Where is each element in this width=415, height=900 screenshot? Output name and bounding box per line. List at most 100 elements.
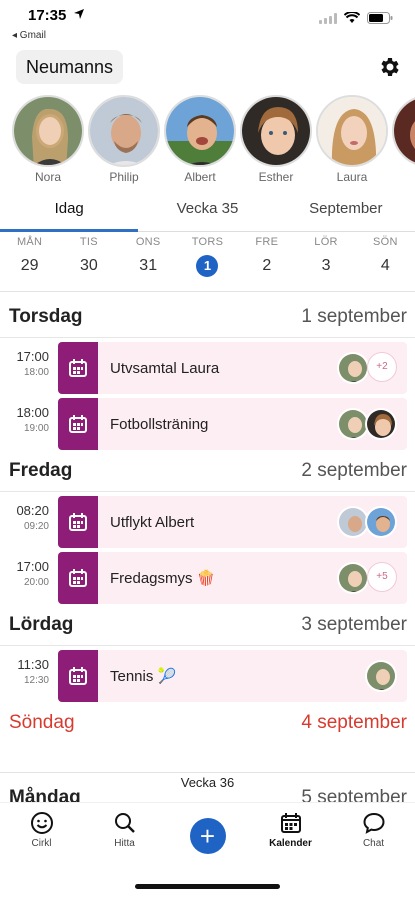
event-card[interactable]: Utvsamtal Laura +2 xyxy=(58,342,407,394)
nav-label: Hitta xyxy=(114,838,135,849)
event-row[interactable]: 17:00 18:00 Utvsamtal Laura +2 xyxy=(0,342,415,394)
day-number: 2 xyxy=(262,257,272,274)
event-row[interactable]: 18:00 19:00 Fotbollsträning xyxy=(0,398,415,450)
member-esther[interactable]: Esther xyxy=(240,95,312,187)
back-to-app-link[interactable]: ◂ Gmail xyxy=(12,30,46,41)
member-name: Albert xyxy=(184,170,216,184)
tab-week[interactable]: Vecka 35 xyxy=(138,190,276,231)
nav-label: Kalender xyxy=(269,838,312,849)
week-strip: MÅN 29 TIS 30 ONS 31 TORS 1 FRE 2 LÖR 3 SÖN 4 xyxy=(0,236,415,292)
event-times: 08:20 09:20 xyxy=(0,496,58,548)
avatar xyxy=(12,95,84,167)
event-times: 17:00 18:00 xyxy=(0,342,58,394)
event-title: Tennis 🎾 xyxy=(110,668,177,685)
tab-today[interactable]: Idag xyxy=(0,190,139,232)
week-day-tue[interactable]: TIS 30 xyxy=(59,236,118,291)
event-card[interactable]: Utflykt Albert xyxy=(58,496,407,548)
member-name: Nora xyxy=(34,170,61,184)
nav-search[interactable]: Hitta xyxy=(83,803,166,862)
calendar-icon xyxy=(280,813,301,833)
member-albert[interactable]: Albert xyxy=(164,95,236,187)
event-card[interactable]: Fredagsmys 🍿 +5 xyxy=(58,552,407,604)
week-day-fri[interactable]: FRE 2 xyxy=(237,236,296,291)
calendar-icon xyxy=(58,342,98,394)
day-number: 31 xyxy=(139,257,158,274)
day-header-date: 3 september xyxy=(301,614,407,635)
day-number: 30 xyxy=(80,257,98,274)
avatar xyxy=(365,660,397,692)
search-icon xyxy=(114,813,135,833)
week-number-label: Vecka 36 xyxy=(180,775,235,790)
event-end: 19:00 xyxy=(23,423,49,434)
avatar xyxy=(392,95,415,167)
circle-switcher-button[interactable]: Neumanns xyxy=(16,50,124,84)
calendar-icon xyxy=(58,496,98,548)
member-name: Esther xyxy=(258,170,294,184)
event-row[interactable]: 08:20 09:20 Utflykt Albert xyxy=(0,496,415,548)
add-icon[interactable]: + xyxy=(189,818,226,854)
location-arrow-icon xyxy=(74,9,84,19)
day-number-today: 1 xyxy=(196,255,219,277)
event-row[interactable]: 17:00 20:00 Fredagsmys 🍿 +5 xyxy=(0,552,415,604)
event-start: 18:00 xyxy=(16,405,49,420)
event-card[interactable]: Fotbollsträning xyxy=(58,398,407,450)
home-indicator[interactable] xyxy=(135,884,280,889)
chat-icon xyxy=(362,812,385,834)
weekday-label: FRE xyxy=(255,236,279,248)
agenda-list: Torsdag 1 september 17:00 18:00 Utvsamtal… xyxy=(0,300,415,780)
day-header-date: 1 september xyxy=(301,306,407,327)
calendar-icon xyxy=(58,650,98,702)
smiley-icon xyxy=(30,812,53,834)
event-card[interactable]: Tennis 🎾 xyxy=(58,650,407,702)
weekday-label: ONS xyxy=(135,236,161,248)
members-row: Nora Philip Albert Esther Laura xyxy=(0,95,415,187)
gear-icon[interactable] xyxy=(377,55,401,79)
member-partial[interactable] xyxy=(392,95,415,187)
member-laura[interactable]: Laura xyxy=(316,95,388,187)
weekday-label: LÖR xyxy=(314,236,338,248)
calendar-icon xyxy=(58,398,98,450)
event-start: 17:00 xyxy=(16,559,49,574)
more-attendees-badge: +5 xyxy=(367,562,397,592)
event-title: Utflykt Albert xyxy=(110,513,195,531)
nav-chat[interactable]: Chat xyxy=(332,803,415,862)
tab-month[interactable]: September xyxy=(277,190,415,231)
event-attendees xyxy=(365,660,397,692)
event-title: Fotbollsträning xyxy=(110,415,209,433)
day-number: 3 xyxy=(321,257,331,274)
wifi-icon xyxy=(344,12,360,23)
clock: 17:35 xyxy=(28,7,67,24)
week-day-sun[interactable]: SÖN 4 xyxy=(356,236,415,291)
week-day-mon[interactable]: MÅN 29 xyxy=(0,236,59,291)
nav-calendar[interactable]: Kalender xyxy=(249,803,332,862)
event-title: Fredagsmys 🍿 xyxy=(110,570,216,587)
event-start: 17:00 xyxy=(16,349,49,364)
event-attendees xyxy=(337,506,397,538)
nav-add[interactable]: + xyxy=(166,803,249,862)
day-header-date: 2 september xyxy=(301,460,407,481)
avatar xyxy=(365,506,397,538)
event-start: 08:20 xyxy=(16,503,49,518)
day-header-saturday: Lördag 3 september xyxy=(0,608,415,646)
nav-circles[interactable]: Cirkl xyxy=(0,803,83,862)
more-attendees-badge: +2 xyxy=(367,352,397,382)
member-nora[interactable]: Nora xyxy=(12,95,84,187)
week-day-sat[interactable]: LÖR 3 xyxy=(296,236,355,291)
day-header-weekday: Fredag xyxy=(9,460,73,481)
avatar xyxy=(316,95,388,167)
event-end: 12:30 xyxy=(23,675,49,686)
day-header-friday: Fredag 2 september xyxy=(0,454,415,492)
calendar-icon xyxy=(58,552,98,604)
day-header-weekday: Torsdag xyxy=(9,306,83,327)
member-name: Philip xyxy=(109,170,139,184)
event-attendees xyxy=(337,408,397,440)
day-header-thursday: Torsdag 1 september xyxy=(0,300,415,338)
nav-label: Chat xyxy=(362,838,385,849)
signal-icon xyxy=(319,12,337,24)
event-times: 17:00 20:00 xyxy=(0,552,58,604)
event-row[interactable]: 11:30 12:30 Tennis 🎾 xyxy=(0,650,415,702)
member-philip[interactable]: Philip xyxy=(88,95,160,187)
avatar xyxy=(88,95,160,167)
week-day-wed[interactable]: ONS 31 xyxy=(119,236,178,291)
week-day-thu[interactable]: TORS 1 xyxy=(178,236,237,291)
